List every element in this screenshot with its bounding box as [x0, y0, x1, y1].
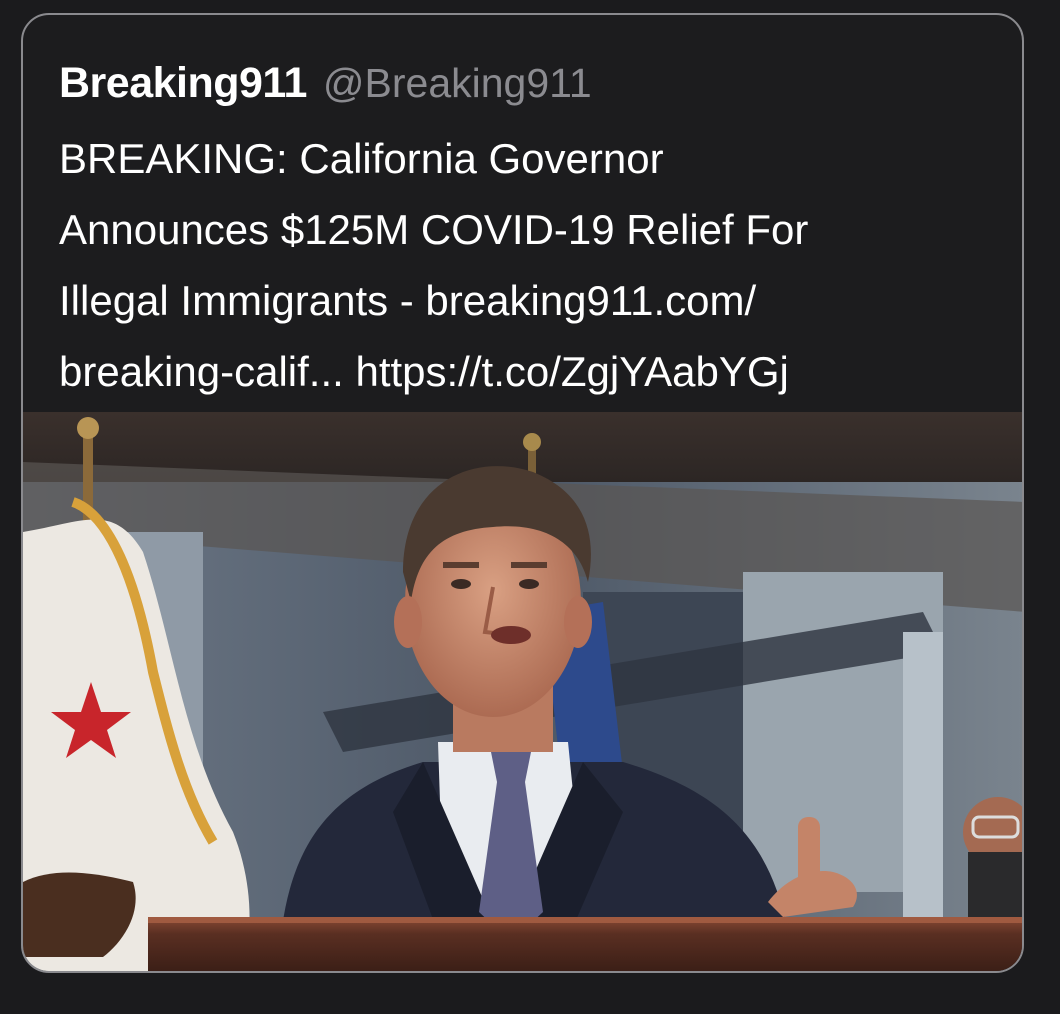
author-display-name[interactable]: Breaking911 — [59, 59, 307, 108]
author-handle[interactable]: @Breaking911 — [323, 60, 592, 107]
tweet-text-line: BREAKING: California Governor — [59, 135, 664, 182]
tweet-text-line: Announces $125M COVID-19 Relief For — [59, 206, 809, 253]
tweet-card[interactable]: Breaking911 @Breaking911 BREAKING: Calif… — [21, 13, 1024, 973]
tweet-text: BREAKING: California Governor Announces … — [59, 123, 999, 407]
photo-image — [23, 412, 1022, 971]
tweet-header: Breaking911 @Breaking911 — [59, 59, 592, 115]
tweet-text-line[interactable]: Illegal Immigrants - breaking911.com/ — [59, 265, 999, 336]
tweet-text-line[interactable]: breaking-calif... https://t.co/ZgjYAabYG… — [59, 336, 999, 407]
tweet-media-photo[interactable] — [23, 412, 1022, 971]
